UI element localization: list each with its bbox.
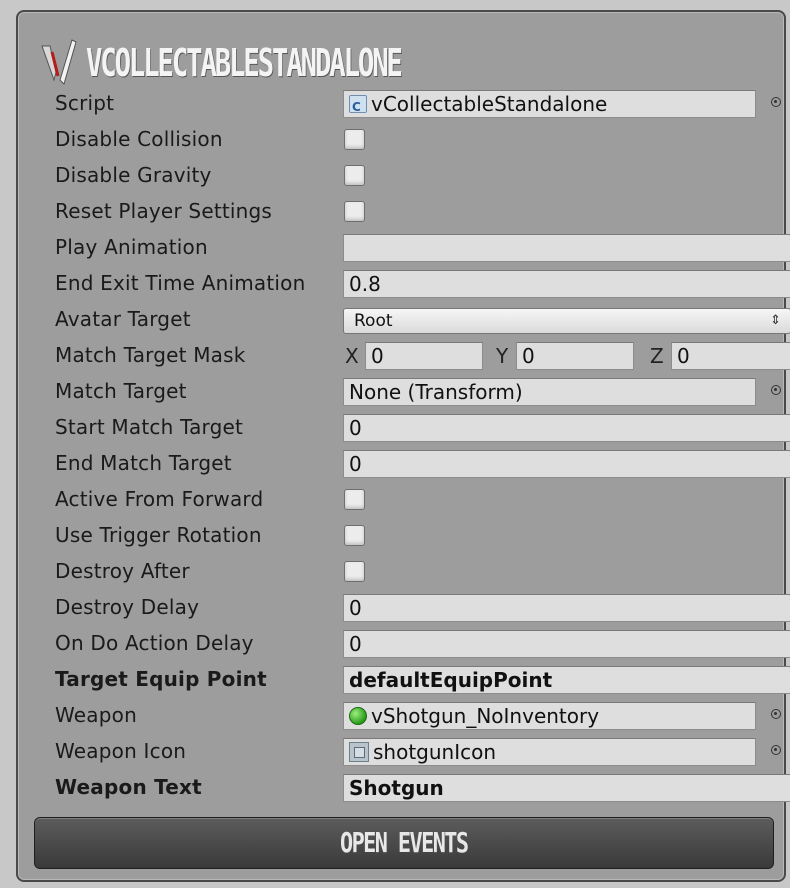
row-reset-player-settings: Reset Player Settings [38, 196, 790, 226]
dropdown-arrows-icon: ⇕ [770, 313, 781, 328]
row-weapon: Weapon vShotgun_NoInventory [38, 700, 790, 730]
start-match-target-label: Start Match Target [55, 415, 244, 439]
y-label: Y [496, 344, 509, 368]
destroy-after-label: Destroy After [55, 559, 190, 583]
end-exit-time-animation-input[interactable]: 0.8 [343, 270, 790, 298]
weapon-icon-field[interactable]: shotgunIcon [343, 738, 756, 766]
script-value: vCollectableStandalone [371, 92, 608, 116]
end-match-target-input[interactable]: 0 [343, 450, 790, 478]
row-use-trigger-rotation: Use Trigger Rotation [38, 520, 790, 550]
row-on-do-action-delay: On Do Action Delay 0 [38, 628, 790, 658]
object-picker-icon[interactable] [771, 97, 781, 107]
row-play-animation: Play Animation [38, 232, 790, 262]
active-from-forward-checkbox[interactable] [344, 489, 365, 510]
inspector-panel: VCOLLECTABLESTANDALONE Script vCollectab… [16, 10, 790, 882]
row-weapon-text: Weapon Text Shotgun [38, 772, 790, 802]
row-start-match-target: Start Match Target 0 [38, 412, 790, 442]
script-field[interactable]: vCollectableStandalone [343, 90, 756, 118]
row-weapon-icon: Weapon Icon shotgunIcon [38, 736, 790, 766]
end-match-target-label: End Match Target [55, 451, 232, 475]
disable-collision-checkbox[interactable] [344, 129, 365, 150]
on-do-action-delay-label: On Do Action Delay [55, 631, 254, 655]
weapon-text-label: Weapon Text [55, 775, 202, 799]
x-label: X [345, 344, 359, 368]
weapon-label: Weapon [55, 703, 137, 727]
reset-player-settings-label: Reset Player Settings [55, 199, 273, 223]
disable-gravity-label: Disable Gravity [55, 163, 212, 187]
avatar-target-value: Root [354, 311, 393, 331]
active-from-forward-label: Active From Forward [55, 487, 264, 511]
texture-icon [349, 742, 369, 762]
weapon-icon-label: Weapon Icon [55, 739, 187, 763]
end-exit-time-animation-label: End Exit Time Animation [55, 271, 306, 295]
row-disable-gravity: Disable Gravity [38, 160, 790, 190]
row-script: Script vCollectableStandalone [38, 88, 790, 118]
match-target-mask-x-input[interactable]: 0 [365, 342, 483, 370]
object-picker-icon[interactable] [771, 745, 781, 755]
component-title: VCOLLECTABLESTANDALONE [86, 41, 403, 85]
target-equip-point-label: Target Equip Point [55, 667, 267, 691]
play-animation-label: Play Animation [55, 235, 208, 259]
match-target-mask-z-input[interactable]: 0 [671, 342, 790, 370]
gameobject-icon [349, 707, 367, 725]
weapon-field[interactable]: vShotgun_NoInventory [343, 702, 756, 730]
component-header: VCOLLECTABLESTANDALONE [38, 34, 738, 92]
object-picker-icon[interactable] [771, 385, 781, 395]
target-equip-point-input[interactable]: defaultEquipPoint [343, 666, 790, 694]
destroy-delay-label: Destroy Delay [55, 595, 200, 619]
row-end-match-target: End Match Target 0 [38, 448, 790, 478]
open-events-label: OPEN EVENTS [340, 826, 469, 859]
row-target-equip-point: Target Equip Point defaultEquipPoint [38, 664, 790, 694]
row-active-from-forward: Active From Forward [38, 484, 790, 514]
row-avatar-target: Avatar Target Root ⇕ [38, 304, 790, 334]
avatar-target-label: Avatar Target [55, 307, 191, 331]
destroy-delay-input[interactable]: 0 [343, 594, 790, 622]
disable-gravity-checkbox[interactable] [344, 165, 365, 186]
match-target-mask-label: Match Target Mask [55, 343, 246, 367]
match-target-mask-y-input[interactable]: 0 [516, 342, 634, 370]
row-end-exit-time-animation: End Exit Time Animation 0.8 [38, 268, 790, 298]
match-target-label: Match Target [55, 379, 187, 403]
reset-player-settings-checkbox[interactable] [344, 201, 365, 222]
row-match-target: Match Target None (Transform) [38, 376, 790, 406]
weapon-icon-value: shotgunIcon [373, 740, 497, 764]
avatar-target-dropdown[interactable]: Root ⇕ [343, 308, 790, 334]
disable-collision-label: Disable Collision [55, 127, 223, 151]
use-trigger-rotation-checkbox[interactable] [344, 525, 365, 546]
start-match-target-input[interactable]: 0 [343, 414, 790, 442]
play-animation-input[interactable] [343, 234, 790, 262]
weapon-value: vShotgun_NoInventory [371, 704, 600, 728]
csharp-script-icon [349, 94, 367, 117]
row-destroy-delay: Destroy Delay 0 [38, 592, 790, 622]
destroy-after-checkbox[interactable] [344, 561, 365, 582]
script-label: Script [55, 91, 115, 115]
use-trigger-rotation-label: Use Trigger Rotation [55, 523, 262, 547]
row-match-target-mask: Match Target Mask X 0 Y 0 Z 0 [38, 340, 790, 370]
match-target-field[interactable]: None (Transform) [343, 378, 756, 406]
row-destroy-after: Destroy After [38, 556, 790, 586]
weapon-text-input[interactable]: Shotgun [343, 774, 790, 802]
object-picker-icon[interactable] [771, 709, 781, 719]
open-events-button[interactable]: OPEN EVENTS [34, 817, 774, 869]
z-label: Z [650, 344, 664, 368]
row-disable-collision: Disable Collision [38, 124, 790, 154]
invector-v-logo-icon [41, 39, 77, 85]
on-do-action-delay-input[interactable]: 0 [343, 630, 790, 658]
